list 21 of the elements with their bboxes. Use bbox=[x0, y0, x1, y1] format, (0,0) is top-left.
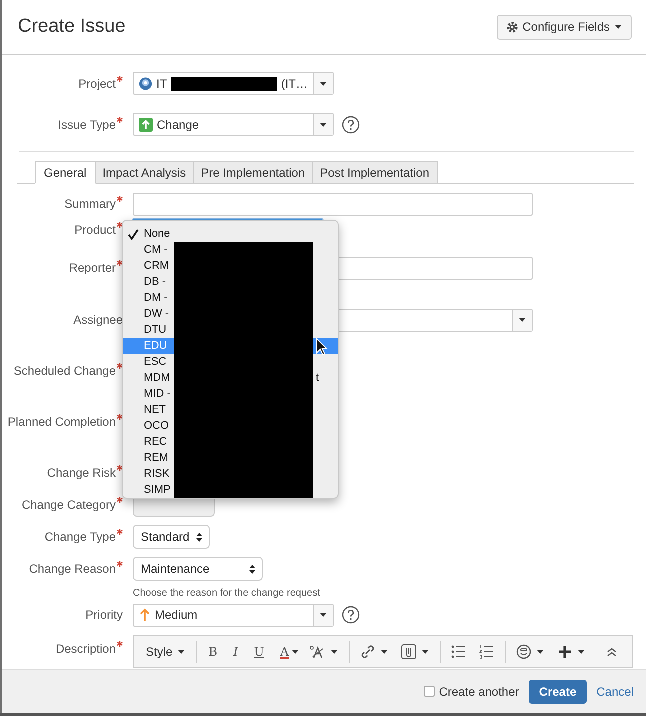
field-label: Project bbox=[78, 76, 116, 90]
field-label: Change Type bbox=[44, 530, 116, 544]
help-text: Choose the reason for the change request bbox=[133, 587, 322, 599]
dialog-title: Create Issue bbox=[18, 16, 126, 38]
picker-value: Medium bbox=[155, 608, 198, 622]
field-label: Scheduled Change bbox=[14, 364, 116, 378]
field-label: Planned Completion bbox=[8, 415, 116, 429]
picker-value: (IT… bbox=[281, 76, 308, 90]
field-label: Assignee bbox=[74, 313, 123, 327]
field-label: Change Category bbox=[22, 498, 116, 512]
picker-value: Change bbox=[157, 118, 200, 132]
field-label: Description bbox=[56, 642, 116, 656]
field-label: Product bbox=[74, 223, 116, 237]
field-label: Change Risk bbox=[47, 466, 116, 480]
field-label: Summary bbox=[64, 197, 116, 211]
field-label: Issue Type bbox=[58, 118, 116, 132]
checkbox-label: Create another bbox=[439, 684, 520, 698]
picker-value: IT bbox=[156, 76, 168, 90]
field-label: Priority bbox=[86, 608, 123, 622]
field-label: Reporter bbox=[69, 261, 116, 275]
field-label: Change Reason bbox=[29, 562, 116, 576]
